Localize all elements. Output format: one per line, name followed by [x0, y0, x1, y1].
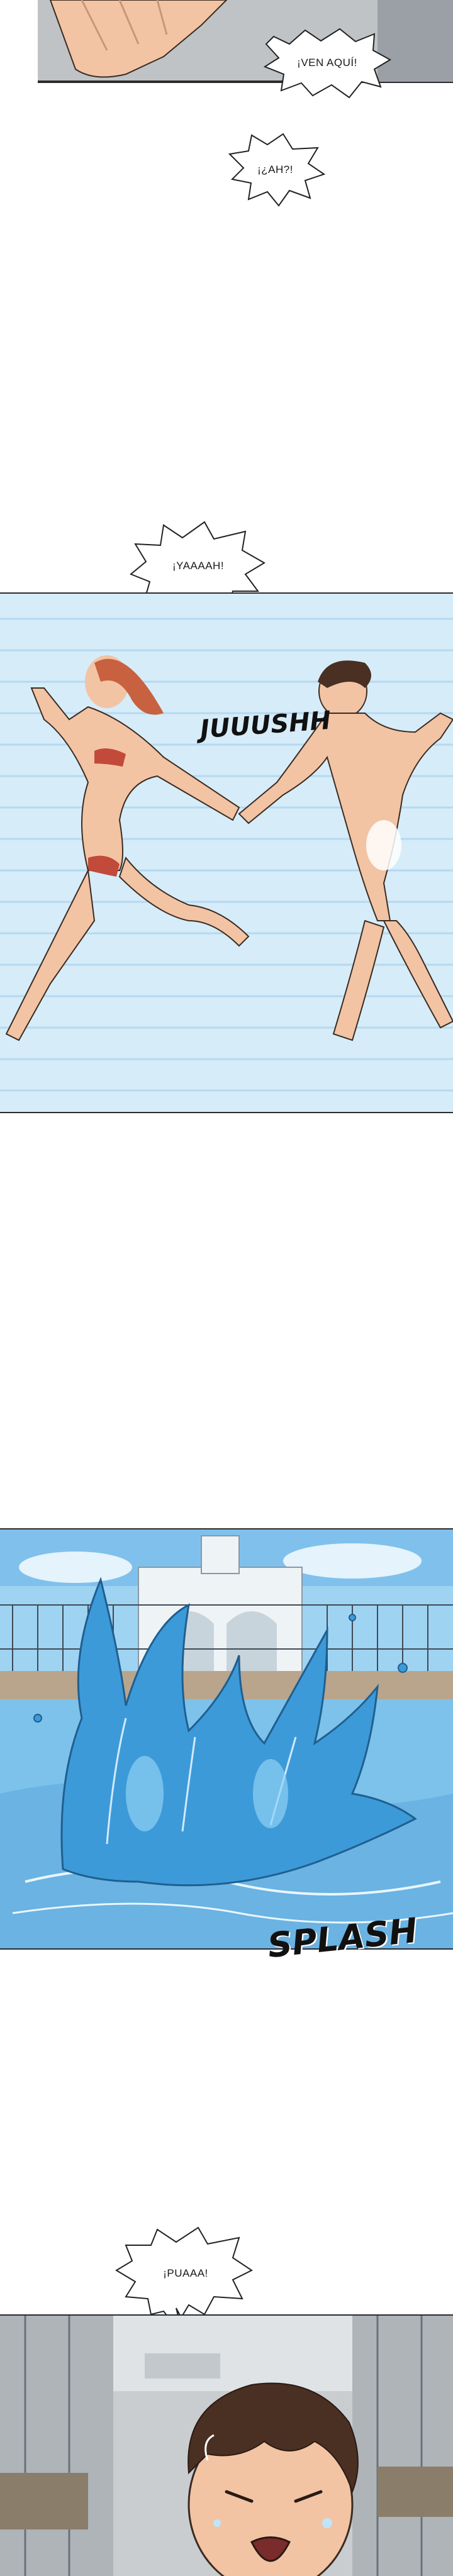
panel-splash	[0, 1528, 453, 1950]
running-illustration	[0, 594, 453, 1112]
face-illustration	[0, 2316, 453, 2576]
speech-bubble-eah: ¡¿AH?!	[223, 129, 327, 211]
panel-face	[0, 2314, 453, 2576]
bubble-text-puaaa: ¡PUAAA!	[163, 2267, 208, 2279]
bubble-text-eah: ¡¿AH?!	[257, 164, 293, 175]
splash-illustration	[0, 1530, 453, 1948]
speech-bubble-ven-aqui: ¡VEN AQUÍ!	[261, 25, 393, 101]
panel-running	[0, 592, 453, 1113]
bubble-text-ven-aqui: ¡VEN AQUÍ!	[297, 57, 357, 69]
